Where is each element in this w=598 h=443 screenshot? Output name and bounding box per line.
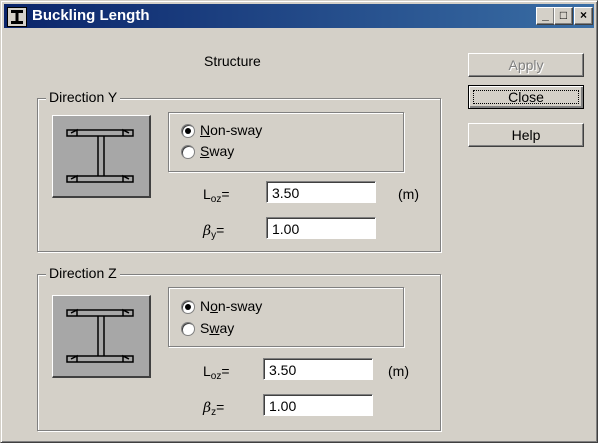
direction-y-nonsway-label: Non-sway bbox=[200, 122, 263, 138]
title-bar[interactable]: Buckling Length _ □ × bbox=[4, 4, 594, 28]
apply-button[interactable]: Apply bbox=[468, 53, 584, 77]
direction-y-sway-options: Non-sway Sway bbox=[168, 112, 404, 172]
radio-selected-dot bbox=[185, 128, 191, 134]
direction-z-length-label: Loz= bbox=[203, 363, 230, 382]
help-button[interactable]: Help bbox=[468, 123, 584, 147]
direction-z-beta-input[interactable]: 1.00 bbox=[263, 394, 373, 416]
direction-z-sway-label: Sway bbox=[200, 320, 235, 336]
direction-z-length-unit: (m) bbox=[388, 363, 409, 379]
direction-y-length-input[interactable]: 3.50 bbox=[266, 181, 376, 203]
radio-circle[interactable] bbox=[181, 300, 195, 314]
direction-y-beta-label: βy= bbox=[203, 222, 225, 241]
close-window-button[interactable]: × bbox=[574, 7, 593, 25]
ibeam-section-icon bbox=[52, 115, 151, 198]
maximize-button[interactable]: □ bbox=[554, 7, 573, 25]
direction-z-beta-label: βz= bbox=[203, 399, 225, 418]
direction-y-title: Direction Y bbox=[46, 89, 121, 105]
direction-z-group: Direction Z Non-sway Sway Loz= 3.50 (m) … bbox=[37, 265, 441, 431]
direction-y-length-label: Loz= bbox=[203, 186, 230, 205]
direction-z-nonsway-label: Non-sway bbox=[200, 298, 263, 314]
minimize-button[interactable]: _ bbox=[536, 7, 555, 25]
ibeam-section-icon bbox=[52, 295, 151, 378]
radio-circle[interactable] bbox=[181, 124, 195, 138]
direction-y-sway-label: Sway bbox=[200, 143, 235, 159]
direction-y-group: Direction Y Non-sway Sway Loz= 3.50 (m) … bbox=[37, 89, 441, 252]
direction-y-beta-input[interactable]: 1.00 bbox=[266, 217, 376, 239]
structure-label: Structure bbox=[204, 53, 261, 69]
buckling-length-dialog: Buckling Length _ □ × Structure Apply Cl… bbox=[0, 0, 598, 443]
radio-selected-dot bbox=[185, 304, 191, 310]
window-title: Buckling Length bbox=[32, 7, 150, 24]
ibeam-app-icon bbox=[7, 7, 27, 27]
direction-z-length-input[interactable]: 3.50 bbox=[263, 358, 373, 380]
direction-z-sway-options: Non-sway Sway bbox=[168, 287, 404, 347]
close-button[interactable]: Close bbox=[468, 85, 584, 109]
radio-circle[interactable] bbox=[181, 322, 195, 336]
radio-circle[interactable] bbox=[181, 145, 195, 159]
close-button-label: Close bbox=[508, 89, 544, 105]
direction-y-length-unit: (m) bbox=[398, 186, 419, 202]
direction-z-title: Direction Z bbox=[46, 265, 120, 281]
